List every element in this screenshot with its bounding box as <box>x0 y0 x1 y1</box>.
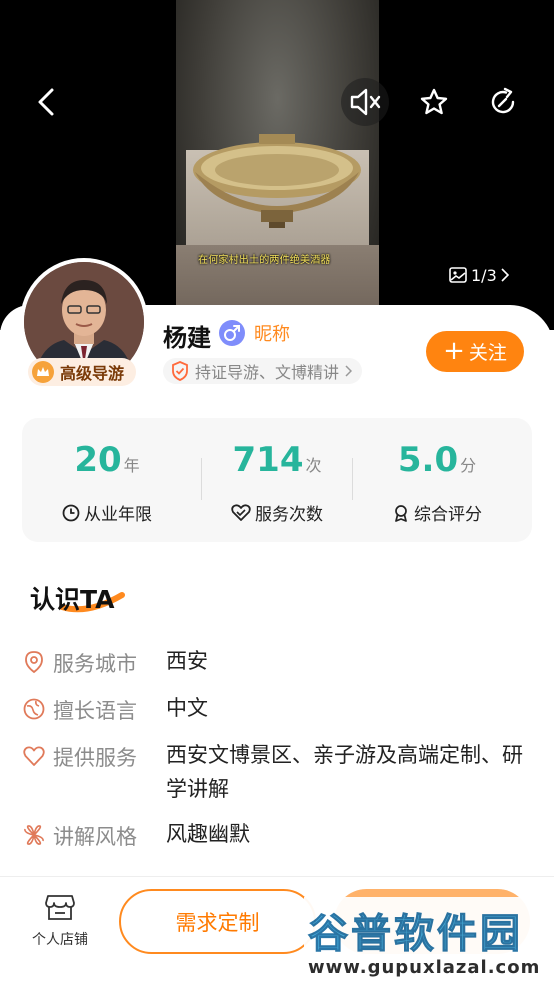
stat-label: 服务次数 <box>255 505 323 525</box>
request-label: 需求定制 <box>175 910 260 935</box>
stat-unit: 年 <box>123 456 140 475</box>
level-label: 高级导游 <box>60 364 125 383</box>
male-icon <box>219 320 245 346</box>
bowl-artifact <box>193 134 361 228</box>
shield-check-icon <box>172 361 188 381</box>
info-value: 西安 <box>166 649 208 673</box>
info-key: 提供服务 <box>53 746 137 770</box>
language-globe-icon <box>23 698 45 720</box>
location-pin-icon <box>25 651 43 674</box>
custom-request-button[interactable]: 需求定制 <box>119 889 316 954</box>
back-button[interactable] <box>26 82 66 122</box>
guide-name: 杨建 <box>163 324 211 352</box>
stat-services: 714 次 服务次数 <box>202 418 352 542</box>
shop-icon <box>45 895 75 920</box>
site-watermark: 谷普软件园 www.gupuxlazal.com <box>304 897 552 982</box>
plus-icon: + <box>443 335 465 366</box>
mute-button[interactable] <box>341 78 389 126</box>
pager-count: 1/3 <box>471 265 497 285</box>
star-icon <box>420 88 448 115</box>
chevron-right-icon <box>501 268 509 282</box>
stat-label: 从业年限 <box>84 505 152 525</box>
stat-value: 714 <box>232 440 304 480</box>
clock-icon <box>62 504 80 521</box>
award-icon <box>395 504 407 522</box>
certification-text: 持证导游、文博精讲 <box>195 363 340 382</box>
stat-value: 5.0 <box>397 440 459 480</box>
personal-shop-button[interactable]: 个人店铺 <box>28 893 92 949</box>
info-value: 中文 <box>166 696 208 720</box>
shop-label: 个人店铺 <box>32 932 88 948</box>
certification-chip[interactable]: 持证导游、文博精讲 <box>163 358 363 384</box>
image-icon <box>449 267 467 283</box>
stat-experience: 20 年 从业年限 <box>32 418 182 542</box>
follow-button[interactable]: + 关注 <box>426 331 524 372</box>
stat-label: 综合评分 <box>414 505 482 525</box>
handshake-heart-icon <box>231 503 251 521</box>
follow-label: 关注 <box>468 342 507 364</box>
info-key: 服务城市 <box>53 652 137 676</box>
flower-icon <box>24 825 44 845</box>
watermark-en: www.gupuxlazal.com <box>308 957 541 978</box>
video-caption: 在何家村出土的两件绝美酒器 <box>198 255 331 266</box>
share-button[interactable] <box>483 82 523 122</box>
info-value: 西安文博景区、亲子游及高端定制、研学讲解 <box>166 743 523 801</box>
hero-photo <box>176 0 379 330</box>
section-title: 认识TA <box>30 585 115 614</box>
favorite-button[interactable] <box>414 82 454 122</box>
stat-divider <box>352 458 353 500</box>
stat-rating: 5.0 分 综合评分 <box>362 418 512 542</box>
guide-level-badge: 高级导游 <box>28 358 137 386</box>
stat-unit: 分 <box>460 456 477 475</box>
mute-icon <box>350 88 381 116</box>
stat-unit: 次 <box>305 456 322 475</box>
gallery-pager[interactable]: 1/3 <box>449 265 509 285</box>
info-value: 风趣幽默 <box>166 822 250 846</box>
stat-value: 20 <box>74 440 122 480</box>
info-key: 讲解风格 <box>53 825 137 849</box>
watermark-cn: 谷普软件园 <box>308 911 523 958</box>
nickname-label: 昵称 <box>254 324 290 345</box>
stats-panel: 20 年 从业年限 714 次 服务次数 5.0 分 综合评分 <box>22 418 532 542</box>
info-key: 擅长语言 <box>53 699 137 723</box>
share-icon <box>491 87 515 114</box>
chevron-right-icon <box>345 365 353 377</box>
crown-icon <box>32 361 54 383</box>
back-arrow-icon <box>38 88 54 116</box>
heart-icon <box>23 746 45 766</box>
